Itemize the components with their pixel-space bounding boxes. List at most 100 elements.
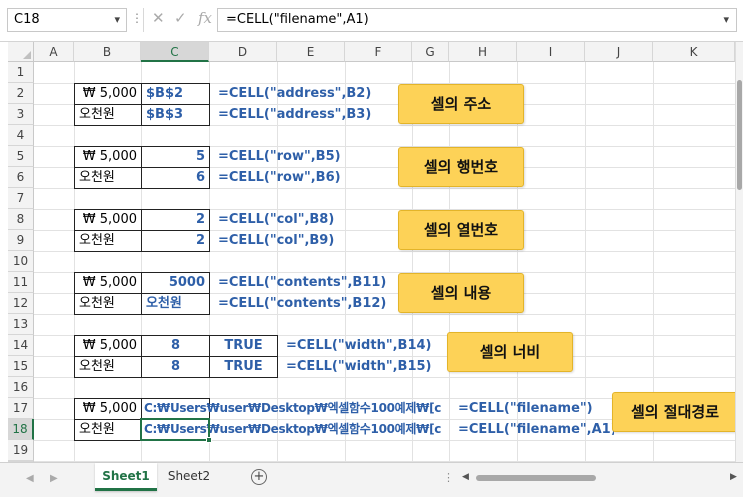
row-header-16[interactable]: 16 <box>8 377 34 398</box>
row-header-18[interactable]: 18 <box>8 419 34 440</box>
name-box[interactable]: C18 ▾ <box>7 8 127 32</box>
cell-d9[interactable]: =CELL("col",B9) <box>214 230 404 251</box>
selected-cell-c18[interactable] <box>140 418 212 443</box>
note-address[interactable]: 셀의 주소 <box>398 84 524 124</box>
tab-sheet1[interactable]: Sheet1 <box>95 463 157 491</box>
tab-split-icon[interactable]: ⋮ <box>443 471 454 484</box>
horizontal-scrollbar[interactable]: ◀ ▶ <box>462 471 743 485</box>
tab-sheet2[interactable]: Sheet2 <box>160 463 218 491</box>
col-header-g[interactable]: G <box>412 42 449 62</box>
next-sheet-icon[interactable]: ▶ <box>50 473 58 484</box>
vertical-scrollbar[interactable] <box>735 42 743 462</box>
vertical-scroll-thumb[interactable] <box>737 80 742 190</box>
col-header-d[interactable]: D <box>209 42 277 62</box>
enter-icon[interactable]: ✓ <box>174 9 187 27</box>
col-header-f[interactable]: F <box>345 42 412 62</box>
col-header-a[interactable]: A <box>34 42 74 62</box>
row-header-19[interactable]: 19 <box>8 440 34 461</box>
col-header-k[interactable]: K <box>653 42 735 62</box>
row-header-14[interactable]: 14 <box>8 335 34 356</box>
chevron-down-icon[interactable]: ▾ <box>114 9 120 31</box>
cell-d3[interactable]: =CELL("address",B3) <box>214 104 404 125</box>
cell-d2[interactable]: =CELL("address",B2) <box>214 83 404 104</box>
cell-h18[interactable]: =CELL("filename",A1) <box>454 419 614 440</box>
row-header-10[interactable]: 10 <box>8 251 34 272</box>
row-header-6[interactable]: 6 <box>8 167 34 188</box>
note-width[interactable]: 셀의 너비 <box>447 332 573 372</box>
cell-d14[interactable]: TRUE <box>210 335 277 356</box>
note-contents[interactable]: 셀의 내용 <box>398 273 524 313</box>
cell-b14[interactable]: ₩ 5,000 <box>75 335 141 356</box>
row-header-4[interactable]: 4 <box>8 125 34 146</box>
formula-buttons: ✕ ✓ fx <box>143 8 213 32</box>
col-header-i[interactable]: I <box>517 42 585 62</box>
cell-c3[interactable]: $B$3 <box>142 104 209 125</box>
row-header-1[interactable]: 1 <box>8 62 34 83</box>
note-row[interactable]: 셀의 행번호 <box>398 147 524 187</box>
cell-d11[interactable]: =CELL("contents",B11) <box>214 272 404 293</box>
scroll-left-icon[interactable]: ◀ <box>462 472 469 482</box>
cell-e14[interactable]: =CELL("width",B14) <box>282 335 452 356</box>
col-header-e[interactable]: E <box>277 42 345 62</box>
cell-c8[interactable]: 2 <box>142 209 209 230</box>
cell-d15[interactable]: TRUE <box>210 356 277 377</box>
row-header-13[interactable]: 13 <box>8 314 34 335</box>
row-header-8[interactable]: 8 <box>8 209 34 230</box>
cell-c17[interactable]: C:₩Users₩user₩Desktop₩엑셀함수100예제₩[c <box>144 398 452 419</box>
cell-c9[interactable]: 2 <box>142 230 209 251</box>
scroll-right-icon[interactable]: ▶ <box>730 472 737 482</box>
name-box-value: C18 <box>14 12 40 27</box>
cell-c6[interactable]: 6 <box>142 167 209 188</box>
more-icon[interactable]: ⋮ <box>131 11 143 25</box>
cell-b8[interactable]: ₩ 5,000 <box>75 209 141 230</box>
formula-bar: C18 ▾ ⋮ ✕ ✓ fx =CELL("filename",A1) ▾ <box>0 0 743 42</box>
row-header-15[interactable]: 15 <box>8 356 34 377</box>
col-header-h[interactable]: H <box>449 42 517 62</box>
cell-b15[interactable]: 오천원 <box>75 356 141 377</box>
cell-h17[interactable]: =CELL("filename") <box>454 398 604 419</box>
note-filename[interactable]: 셀의 절대경로 <box>612 392 738 432</box>
row-header-3[interactable]: 3 <box>8 104 34 125</box>
cell-b12[interactable]: 오천원 <box>75 293 141 314</box>
insert-function-icon[interactable]: fx <box>198 9 212 27</box>
cell-b3[interactable]: 오천원 <box>75 104 141 125</box>
row-header-9[interactable]: 9 <box>8 230 34 251</box>
fill-handle[interactable] <box>206 437 212 443</box>
formula-text: =CELL("filename",A1) <box>226 12 369 27</box>
formula-input[interactable]: =CELL("filename",A1) ▾ <box>217 8 737 32</box>
col-header-b[interactable]: B <box>74 42 141 62</box>
cell-b2[interactable]: ₩ 5,000 <box>75 83 141 104</box>
prev-sheet-icon[interactable]: ◀ <box>26 473 34 484</box>
cell-d8[interactable]: =CELL("col",B8) <box>214 209 404 230</box>
row-header-11[interactable]: 11 <box>8 272 34 293</box>
row-header-17[interactable]: 17 <box>8 398 34 419</box>
cell-e15[interactable]: =CELL("width",B15) <box>282 356 452 377</box>
col-header-j[interactable]: J <box>585 42 653 62</box>
row-header-7[interactable]: 7 <box>8 188 34 209</box>
row-header-12[interactable]: 12 <box>8 293 34 314</box>
horizontal-scroll-thumb[interactable] <box>476 475 596 481</box>
cell-b5[interactable]: ₩ 5,000 <box>75 146 141 167</box>
cell-b11[interactable]: ₩ 5,000 <box>75 272 141 293</box>
row-header-5[interactable]: 5 <box>8 146 34 167</box>
cell-c11[interactable]: 5000 <box>142 272 209 293</box>
cell-b9[interactable]: 오천원 <box>75 230 141 251</box>
cell-d5[interactable]: =CELL("row",B5) <box>214 146 404 167</box>
cell-d12[interactable]: =CELL("contents",B12) <box>214 293 404 314</box>
cell-b17[interactable]: ₩ 5,000 <box>75 398 141 419</box>
col-header-c[interactable]: C <box>141 42 209 62</box>
cell-c15[interactable]: 8 <box>142 356 209 377</box>
cell-c14[interactable]: 8 <box>142 335 209 356</box>
cell-c12[interactable]: 오천원 <box>142 293 209 314</box>
cell-d6[interactable]: =CELL("row",B6) <box>214 167 404 188</box>
select-all-corner[interactable] <box>8 42 34 62</box>
note-col[interactable]: 셀의 열번호 <box>398 210 524 250</box>
cell-c2[interactable]: $B$2 <box>142 83 209 104</box>
expand-formula-icon[interactable]: ▾ <box>723 9 729 31</box>
cell-b6[interactable]: 오천원 <box>75 167 141 188</box>
add-sheet-icon[interactable]: + <box>251 469 267 485</box>
row-header-2[interactable]: 2 <box>8 83 34 104</box>
cell-c5[interactable]: 5 <box>142 146 209 167</box>
cell-b18[interactable]: 오천원 <box>75 419 141 440</box>
cancel-icon[interactable]: ✕ <box>152 9 165 27</box>
